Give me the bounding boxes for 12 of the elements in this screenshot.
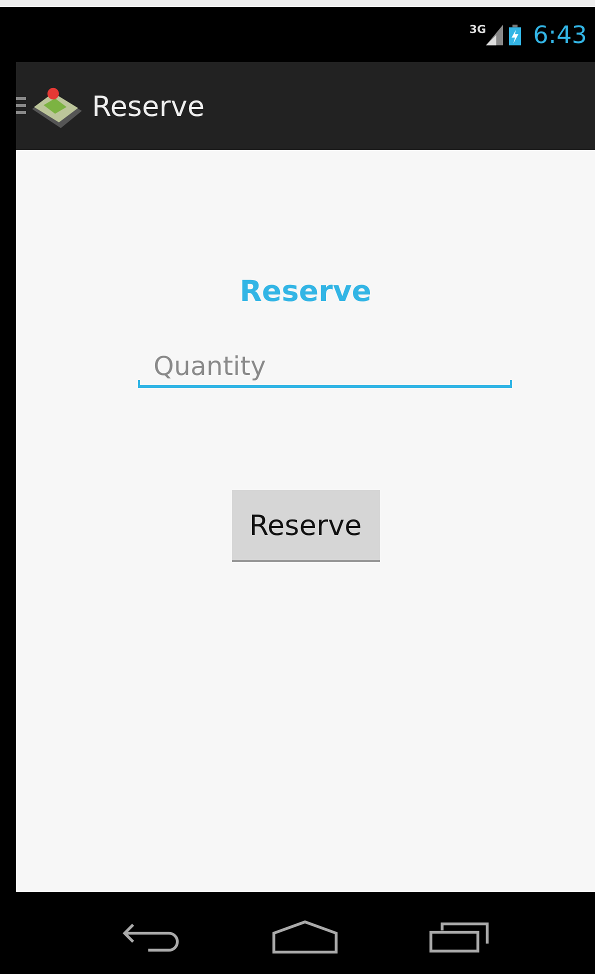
network-label: 3G — [469, 23, 486, 36]
quantity-field[interactable]: Quantity — [138, 352, 512, 388]
app-title: Reserve — [92, 90, 205, 122]
clock-time: 6:43 — [533, 20, 587, 48]
form-heading: Reserve — [240, 274, 372, 308]
home-icon[interactable] — [270, 920, 338, 954]
signal-icon — [486, 24, 504, 46]
menu-icon[interactable] — [16, 97, 26, 115]
reserve-button[interactable]: Reserve — [232, 490, 380, 562]
recent-apps-icon[interactable] — [428, 921, 490, 953]
back-icon[interactable] — [120, 921, 180, 953]
battery-icon — [509, 24, 522, 46]
